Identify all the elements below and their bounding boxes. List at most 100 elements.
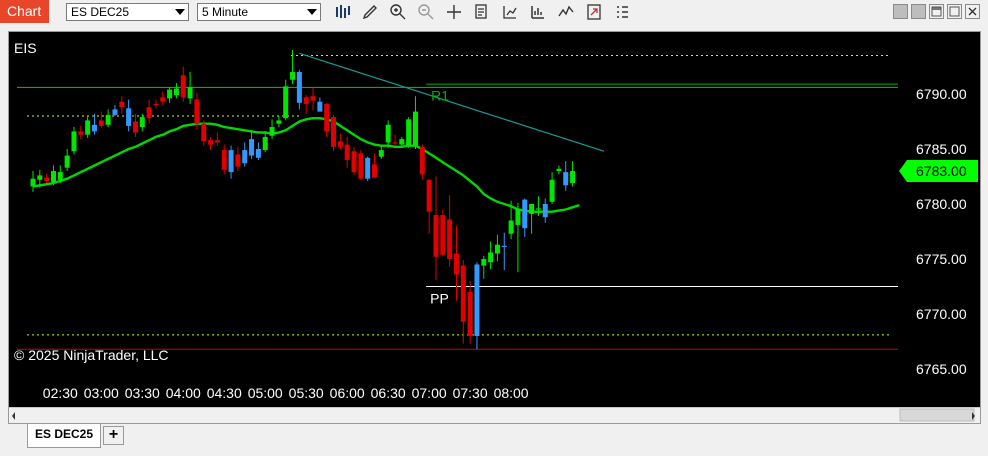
candle-body <box>399 139 405 145</box>
x-tick-label: 05:30 <box>289 385 324 401</box>
x-tick-label: 07:00 <box>412 385 447 401</box>
candle-body <box>337 141 343 147</box>
candle-body <box>214 140 220 143</box>
candle-body <box>522 199 528 229</box>
candle-body <box>563 172 569 186</box>
chevron-down-icon <box>175 9 185 15</box>
candle-body <box>78 131 84 135</box>
candle-body <box>535 208 541 210</box>
candle-body <box>453 253 459 275</box>
candle-body <box>303 97 309 104</box>
candle-body <box>126 108 132 126</box>
y-tick-label: 6790.00 <box>916 86 967 102</box>
candle-body <box>283 86 289 119</box>
more-icon[interactable] <box>613 3 631 21</box>
candle-body <box>542 204 548 218</box>
candle-body <box>460 265 466 322</box>
pp-label: PP <box>430 291 449 307</box>
candle-body <box>262 136 268 151</box>
moving-average-line <box>32 116 580 213</box>
candle-body <box>570 171 576 184</box>
candle-body <box>365 157 371 179</box>
scrollbar-track <box>12 408 975 422</box>
chart-trader-icon[interactable] <box>557 3 575 21</box>
chart-menu-button[interactable]: Chart <box>0 0 49 23</box>
last-price-label: 6783.00 <box>916 163 967 179</box>
symbol-label: EIS <box>14 40 37 56</box>
tab-es-dec25[interactable]: ES DEC25 <box>27 424 101 448</box>
candle-body <box>208 140 214 145</box>
copyright-label: © 2025 NinjaTrader, LLC <box>14 347 169 363</box>
minimize-button[interactable] <box>893 4 908 19</box>
candle-body <box>467 292 473 336</box>
instrument-selector[interactable]: ES DEC25 <box>66 3 189 21</box>
candle-body <box>44 177 50 181</box>
y-tick-label: 6780.00 <box>916 196 967 212</box>
zoom-in-icon[interactable] <box>389 3 407 21</box>
candle-body <box>508 220 514 234</box>
candle-body <box>481 259 487 266</box>
drawing-tool-icon[interactable] <box>361 3 379 21</box>
candle-body <box>372 164 377 178</box>
candle-body <box>494 244 500 254</box>
x-tick-label: 05:00 <box>248 385 283 401</box>
candle-body <box>556 168 562 171</box>
candle-body <box>501 245 507 247</box>
chart-panel[interactable]: R1 PP EIS © 2025 NinjaTrader, LLC 6790.00… <box>8 31 981 424</box>
y-tick-label: 6785.00 <box>916 141 967 157</box>
close-button[interactable] <box>965 4 980 19</box>
candle-body <box>167 89 173 99</box>
indicators-icon[interactable] <box>501 3 519 21</box>
y-tick-label: 6775.00 <box>916 251 967 267</box>
candle-body <box>235 154 241 167</box>
candle-body <box>64 155 70 168</box>
zoom-out-icon[interactable] <box>417 3 435 21</box>
x-tick-label: 06:30 <box>371 385 406 401</box>
x-tick-label: 07:30 <box>453 385 488 401</box>
x-tick-label: 02:30 <box>43 385 78 401</box>
candle-body <box>419 146 425 175</box>
y-tick-label: 6765.00 <box>916 361 967 377</box>
instrument-tabs: ES DEC25 + <box>0 424 988 456</box>
y-tick-label: 6770.00 <box>916 306 967 322</box>
candle-body <box>187 87 193 99</box>
properties-icon[interactable] <box>585 3 603 21</box>
candle-body <box>474 264 480 336</box>
maximize-button[interactable] <box>911 4 926 19</box>
candle-body <box>98 120 104 126</box>
strategies-icon[interactable] <box>529 3 547 21</box>
candle-body <box>324 103 330 132</box>
window-icon <box>949 6 960 17</box>
candle-body <box>228 150 234 173</box>
candle-body <box>119 101 125 108</box>
candle-body <box>160 97 166 102</box>
horizontal-scrollbar[interactable] <box>9 407 980 423</box>
data-box-icon[interactable] <box>473 3 491 21</box>
bar-type-icon[interactable] <box>334 3 352 21</box>
restore-button[interactable] <box>929 4 944 19</box>
trend-line <box>299 52 605 152</box>
candle-body <box>269 127 275 136</box>
candle-body <box>296 72 302 103</box>
candle-body <box>173 88 179 96</box>
chart-toolbar: Chart ES DEC25 5 Minute <box>0 0 988 24</box>
candle-body <box>406 119 412 146</box>
candle-body <box>529 204 535 214</box>
x-tick-label: 06:00 <box>330 385 365 401</box>
candle-body <box>112 109 118 115</box>
candle-body <box>221 150 227 170</box>
candle-body <box>105 114 111 125</box>
candle-body <box>440 215 446 255</box>
candle-body <box>194 99 200 124</box>
crosshair-icon[interactable] <box>445 3 463 21</box>
interval-selector[interactable]: 5 Minute <box>197 3 321 21</box>
price-chart[interactable]: R1 PP EIS © 2025 NinjaTrader, LLC 6790.00… <box>9 32 980 406</box>
restore-icon <box>931 6 942 17</box>
candle-body <box>249 139 255 156</box>
candle-body <box>392 142 398 144</box>
restore-down-button[interactable] <box>947 4 962 19</box>
close-icon <box>968 7 977 16</box>
candle-body <box>447 219 453 259</box>
candle-body <box>310 96 316 101</box>
add-tab-button[interactable]: + <box>103 426 124 445</box>
